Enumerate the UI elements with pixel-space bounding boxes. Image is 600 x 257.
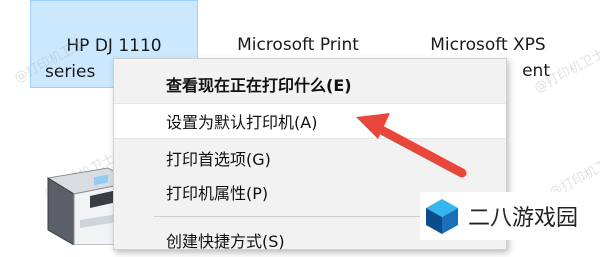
menu-item-label: 设置为默认打印机(A) <box>166 113 318 132</box>
menu-item-label: 打印首选项(G) <box>166 150 271 169</box>
brand-cube-icon <box>426 199 458 234</box>
printer-name-line1: Microsoft Print <box>237 35 359 55</box>
brand-logo: 二八游戏园 <box>420 192 600 240</box>
printer-name-line2: ent <box>522 61 550 81</box>
menu-item-label: 查看现在正在打印什么(E) <box>166 76 352 95</box>
printer-name-line1: Microsoft XPS <box>430 35 546 55</box>
menu-item-label: 打印机属性(P) <box>166 184 269 203</box>
menu-item-label: 创建快捷方式(S) <box>166 232 285 251</box>
brand-name: 二八游戏园 <box>468 206 579 231</box>
printer-name-line1: HP DJ 1110 <box>66 36 162 56</box>
red-arrow-annotation <box>356 113 467 178</box>
printer-name-line2: series <box>45 62 96 82</box>
menu-item-see-whats-printing[interactable]: 查看现在正在打印什么(E) <box>114 67 506 101</box>
